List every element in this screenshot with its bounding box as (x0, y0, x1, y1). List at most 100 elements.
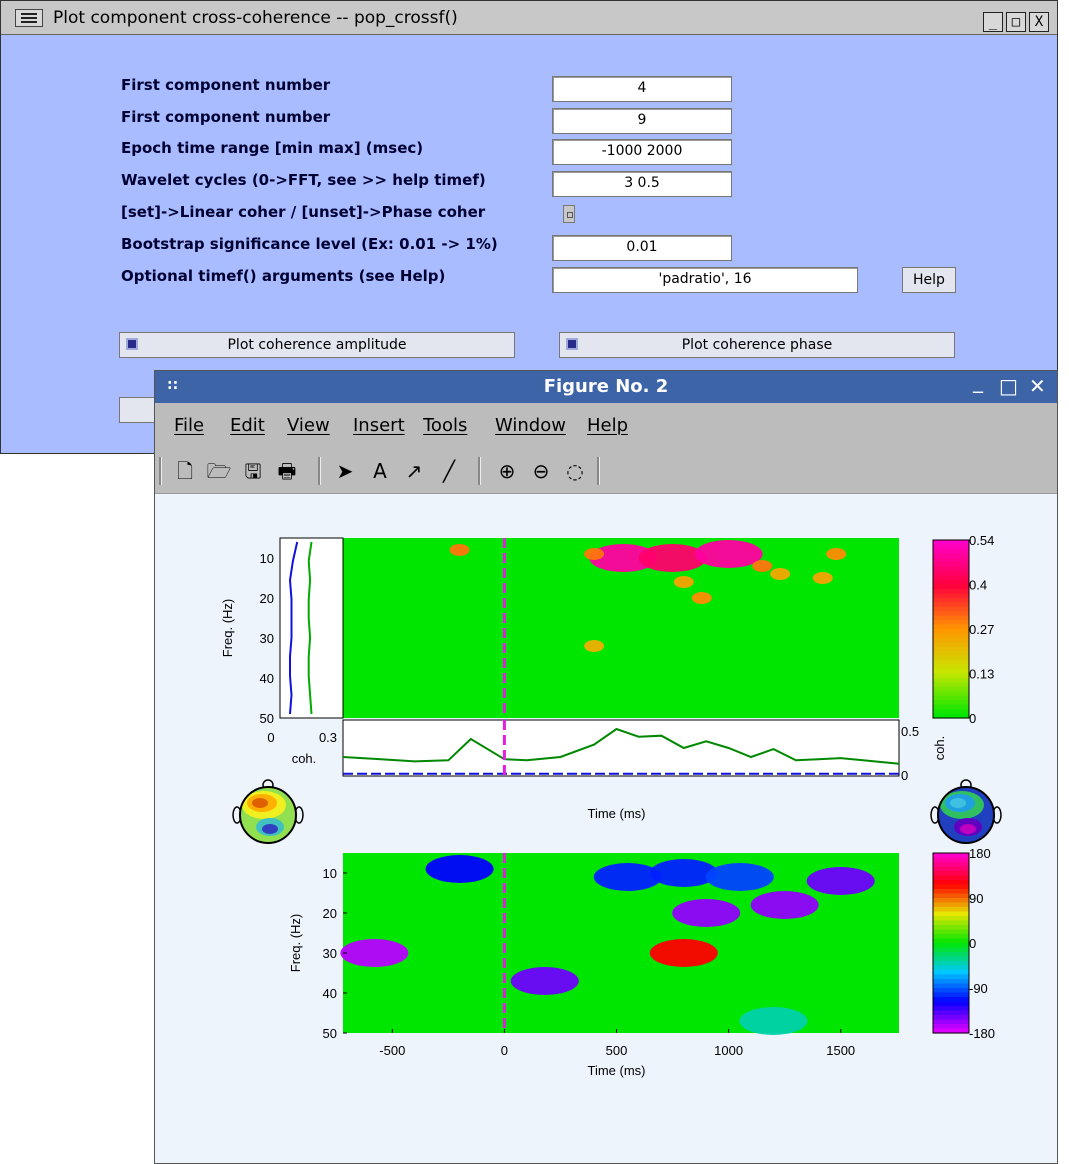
phase-colorbar-segment (933, 920, 969, 926)
phase-colorbar-segment (933, 871, 969, 877)
amplitude-colorbar-segment (933, 700, 969, 706)
amplitude-colorbar-segment (933, 584, 969, 590)
coherence-amplitude-xlabel: Time (ms) (588, 806, 646, 821)
phase-colorbar-segment (933, 925, 969, 931)
phase-colorbar-segment (933, 934, 969, 940)
phase-colorbar-segment (933, 884, 969, 890)
phase-colorbar-segment (933, 880, 969, 886)
amplitude-colorbar-segment (933, 597, 969, 603)
scalp-map-left (232, 779, 304, 844)
phase-colorbar-segment (933, 862, 969, 868)
coherence-phase-xtick-label: 0 (501, 1043, 508, 1058)
phase-colorbar-segment (933, 952, 969, 958)
coherence-phase-blob (340, 939, 409, 967)
phase-colorbar-segment (933, 929, 969, 935)
amplitude-colorbar-segment (933, 553, 969, 559)
coherence-amplitude-blob (584, 640, 605, 652)
amplitude-colorbar-segment (933, 615, 969, 621)
scalp-map-left-band (252, 798, 268, 808)
amplitude-colorbar-segment (933, 588, 969, 594)
amplitude-colorbar-tick-label: 0.54 (969, 533, 994, 548)
phase-colorbar-segment (933, 893, 969, 899)
scalp-map-right-band (950, 798, 966, 808)
phase-colorbar-segment (933, 979, 969, 985)
freq-marginal-xtick: 0 (267, 730, 274, 745)
phase-colorbar-segment (933, 1015, 969, 1021)
phase-colorbar-segment (933, 866, 969, 872)
coherence-phase-ytick-label: 10 (323, 866, 337, 881)
time-marginal-ytick: 0.5 (901, 724, 919, 739)
phase-colorbar-segment (933, 1001, 969, 1007)
amplitude-colorbar-segment (933, 709, 969, 715)
amplitude-colorbar-segment (933, 544, 969, 550)
amplitude-colorbar-segment (933, 593, 969, 599)
phase-colorbar-segment (933, 943, 969, 949)
amplitude-colorbar-segment (933, 704, 969, 710)
amplitude-colorbar-segment (933, 660, 969, 666)
phase-colorbar-segment (933, 992, 969, 998)
phase-colorbar-segment (933, 1010, 969, 1016)
time-marginal-ylabel: coh. (932, 736, 947, 761)
amplitude-colorbar-segment (933, 673, 969, 679)
phase-colorbar-tick-label: 180 (969, 846, 991, 861)
coherence-phase-xtick-label: 500 (606, 1043, 628, 1058)
amplitude-colorbar-segment (933, 575, 969, 581)
coherence-amplitude-blob (691, 592, 712, 604)
coherence-amplitude-ytick-label: 40 (260, 671, 274, 686)
amplitude-colorbar-segment (933, 637, 969, 643)
phase-colorbar-segment (933, 988, 969, 994)
amplitude-colorbar-segment (933, 695, 969, 701)
phase-colorbar-segment (933, 1024, 969, 1030)
phase-colorbar-segment (933, 857, 969, 863)
coherence-amplitude-ytick-label: 20 (260, 591, 274, 606)
phase-colorbar-segment (933, 911, 969, 917)
coherence-amplitude-ytick-label: 10 (260, 551, 274, 566)
coherence-amplitude-blob (770, 568, 791, 580)
phase-colorbar-segment (933, 938, 969, 944)
figure-plots: 1020304050Freq. (Hz)-500050010001500Time… (220, 533, 1002, 1078)
scalp-map-right-band (960, 824, 976, 834)
coherence-phase-xlabel: Time (ms) (588, 1063, 646, 1078)
phase-colorbar-segment (933, 1019, 969, 1025)
amplitude-colorbar-segment (933, 691, 969, 697)
coherence-phase-blob (510, 967, 579, 995)
time-marginal-axes (342, 719, 900, 777)
amplitude-colorbar-tick-label: 0 (969, 711, 976, 726)
amplitude-colorbar-segment (933, 611, 969, 617)
phase-colorbar-segment (933, 902, 969, 908)
coherence-amplitude-blob (694, 540, 763, 568)
amplitude-colorbar-segment (933, 624, 969, 630)
coherence-amplitude-ytick-label: 30 (260, 631, 274, 646)
coherence-phase-ytick-label: 40 (323, 986, 337, 1001)
phase-colorbar-segment (933, 916, 969, 922)
amplitude-colorbar-segment (933, 548, 969, 554)
coherence-amplitude-blob (812, 572, 833, 584)
phase-colorbar-segment (933, 947, 969, 953)
coherence-amplitude-blob (752, 560, 773, 572)
amplitude-colorbar-tick-label: 0.4 (969, 578, 987, 593)
amplitude-colorbar-segment (933, 620, 969, 626)
amplitude-colorbar-segment (933, 651, 969, 657)
coherence-phase-blob (649, 939, 718, 967)
phase-colorbar-segment (933, 898, 969, 904)
amplitude-colorbar-segment (933, 664, 969, 670)
amplitude-colorbar-segment (933, 606, 969, 612)
amplitude-colorbar-segment (933, 669, 969, 675)
phase-colorbar-tick-label: -90 (969, 981, 988, 996)
scalp-map-right (930, 779, 1002, 844)
coherence-amplitude-blob (584, 548, 605, 560)
coherence-phase-blob (672, 899, 741, 927)
phase-colorbar-segment (933, 853, 969, 859)
coherence-phase-blob (739, 1007, 808, 1035)
phase-colorbar-segment (933, 983, 969, 989)
coherence-phase-xtick-label: 1500 (826, 1043, 855, 1058)
coherence-amplitude-blob (449, 544, 470, 556)
phase-colorbar-segment (933, 997, 969, 1003)
amplitude-colorbar-segment (933, 580, 969, 586)
amplitude-colorbar-segment (933, 602, 969, 608)
amplitude-colorbar-segment (933, 566, 969, 572)
scalp-map-left-band (262, 824, 278, 834)
coherence-phase-xtick-label: -500 (379, 1043, 405, 1058)
freq-marginal-axes (279, 537, 344, 719)
coherence-phase-blob (705, 863, 774, 891)
